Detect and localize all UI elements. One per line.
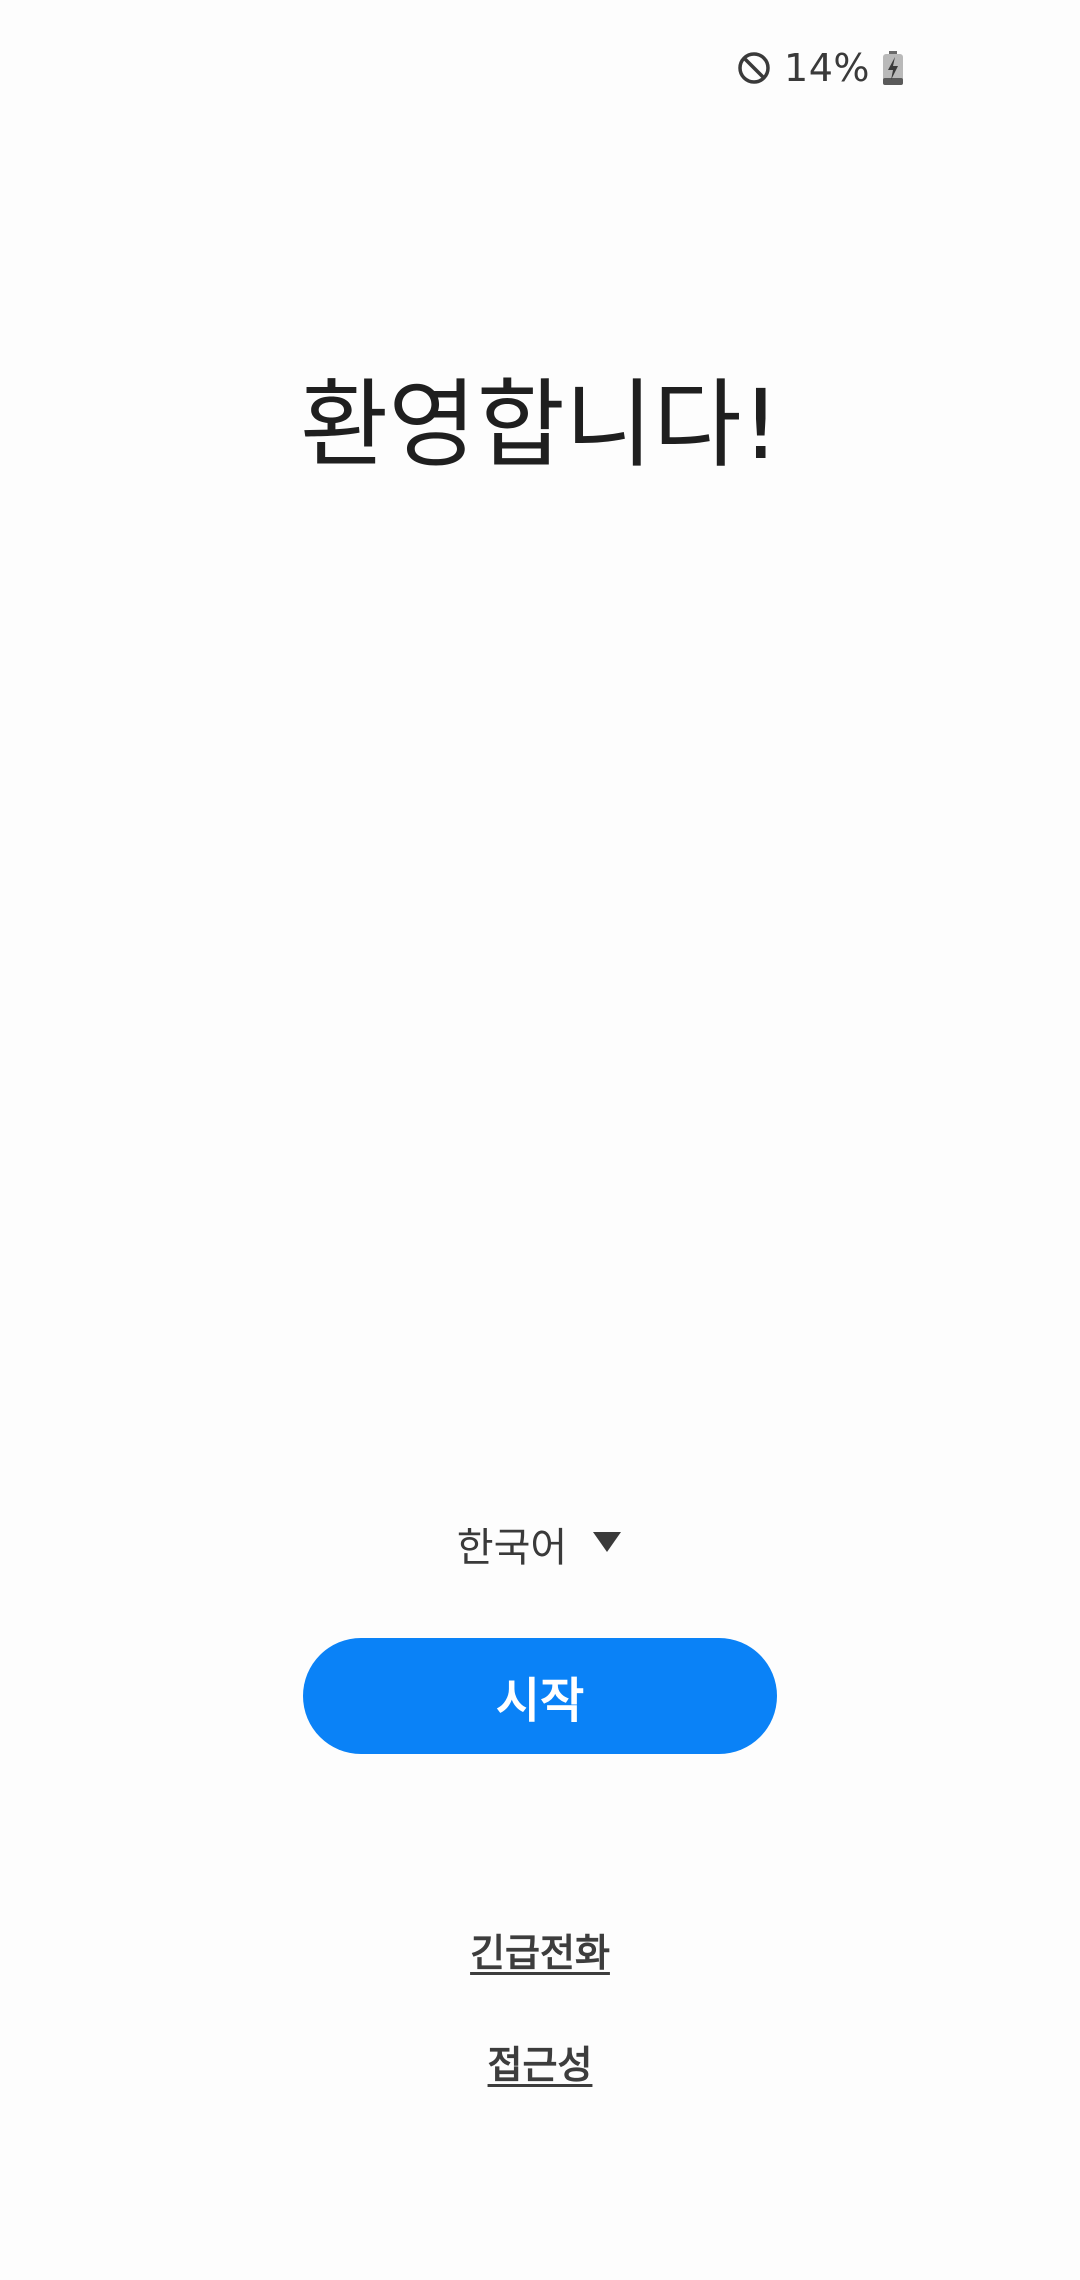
accessibility-label: 접근성	[487, 2043, 593, 2087]
accessibility-link[interactable]: 접근성	[0, 2034, 1080, 2089]
status-bar: 14%	[736, 40, 904, 96]
start-button[interactable]: 시작	[303, 1638, 777, 1754]
triangle-down-icon	[591, 1530, 623, 1558]
language-selector[interactable]: 한국어	[0, 1512, 1080, 1576]
emergency-call-label: 긴급전화	[470, 1931, 610, 1975]
welcome-title: 환영합니다!	[299, 369, 781, 481]
battery-charging-icon	[882, 50, 904, 86]
battery-percent: 14%	[784, 46, 870, 90]
emergency-call-link[interactable]: 긴급전화	[0, 1922, 1080, 1977]
do-not-disturb-icon	[736, 50, 772, 86]
language-label: 한국어	[456, 1525, 568, 1571]
